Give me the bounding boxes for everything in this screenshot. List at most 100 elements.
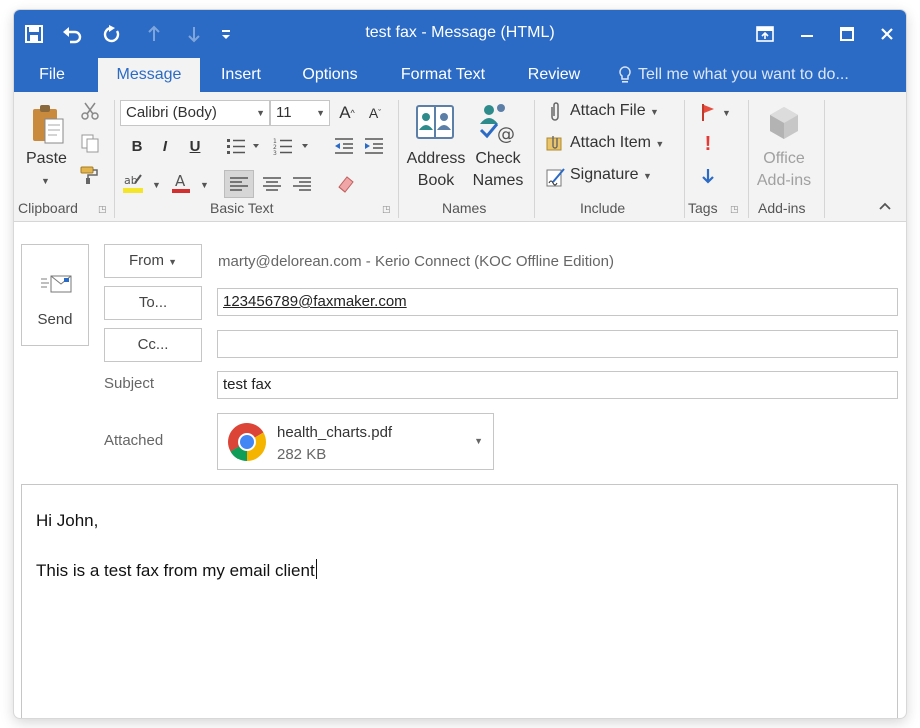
copy-icon[interactable] (78, 132, 102, 154)
check-names-label-line1: Check (475, 150, 521, 167)
ribbon: Paste ▼ Clipboard ◳ Calibri (Body) ▼ 11 … (14, 92, 906, 222)
follow-up-flag-icon[interactable] (696, 100, 720, 124)
office-addins-icon (762, 102, 806, 144)
lightbulb-icon (618, 65, 632, 85)
tab-format-text[interactable]: Format Text (386, 58, 500, 92)
office-addins-label-line1: Office (763, 150, 805, 167)
format-painter-icon[interactable] (78, 164, 102, 186)
paste-dropdown-icon[interactable]: ▼ (41, 176, 50, 186)
tell-me-placeholder: Tell me what you want to do... (638, 66, 849, 83)
bold-button[interactable]: B (126, 134, 148, 158)
minimize-icon[interactable] (790, 18, 824, 50)
attach-file-button[interactable]: Attach File ▼ (570, 102, 659, 120)
italic-button[interactable]: I (154, 134, 176, 158)
decrease-indent-icon[interactable] (332, 134, 356, 158)
increase-indent-icon[interactable] (362, 134, 386, 158)
font-name-value: Calibri (Body) (126, 104, 217, 121)
subject-field[interactable]: test fax (217, 371, 898, 399)
align-center-icon[interactable] (258, 170, 286, 198)
cc-button[interactable]: Cc... (104, 328, 202, 362)
numbering-icon[interactable]: 123 (270, 134, 314, 158)
tab-options[interactable]: Options (288, 58, 372, 92)
address-book-label-line1: Address (406, 150, 466, 167)
from-label: From (128, 252, 164, 269)
tags-group-label: Tags (688, 200, 718, 216)
font-color-dropdown-icon[interactable]: ▼ (200, 180, 209, 190)
attach-item-button[interactable]: Attach Item ▼ (570, 134, 664, 152)
cut-icon[interactable] (78, 100, 102, 122)
from-button[interactable]: From ▼ (104, 244, 202, 278)
attach-item-label: Attach Item (570, 134, 651, 151)
group-separator (114, 100, 115, 218)
collapse-ribbon-icon[interactable] (874, 196, 896, 216)
address-book-label-line2: Book (417, 172, 455, 189)
send-button[interactable]: Send (21, 244, 89, 346)
send-label: Send (37, 311, 73, 328)
close-icon[interactable] (870, 18, 904, 50)
grow-font-icon[interactable]: A ^ (336, 100, 358, 126)
highlight-icon[interactable]: ab (120, 170, 146, 196)
basic-text-dialog-launcher-icon[interactable]: ◳ (382, 204, 391, 215)
attachment-chip[interactable]: health_charts.pdf 282 KB ▼ (217, 413, 494, 470)
ribbon-tabs: File Message Insert Options Format Text … (14, 58, 906, 92)
font-name-dropdown-icon: ▼ (256, 108, 265, 118)
font-color-icon[interactable]: A (168, 170, 194, 196)
clipboard-dialog-launcher-icon[interactable]: ◳ (98, 204, 107, 215)
group-separator (534, 100, 535, 218)
paperclip-icon (544, 100, 566, 124)
group-separator (684, 100, 685, 218)
title-bar: test fax - Message (HTML) (14, 10, 906, 58)
to-field[interactable]: 123456789@faxmaker.com (217, 288, 898, 316)
font-size-value: 11 (276, 104, 292, 121)
subject-label: Subject (104, 375, 155, 392)
chrome-icon (226, 421, 268, 468)
attach-file-label: Attach File (570, 102, 646, 119)
from-dropdown-icon: ▼ (168, 257, 178, 267)
office-addins-label-line2: Add-ins (756, 172, 812, 189)
address-book-icon[interactable] (412, 102, 458, 142)
from-value: marty@delorean.com - Kerio Connect (KOC … (218, 253, 614, 270)
basic-text-group-label: Basic Text (210, 200, 274, 216)
message-body[interactable]: Hi John, This is a test fax from my emai… (21, 484, 898, 718)
attached-label: Attached (104, 432, 164, 449)
cc-field[interactable] (217, 330, 898, 358)
group-separator (398, 100, 399, 218)
attachment-size: 282 KB (277, 446, 327, 463)
signature-icon (544, 164, 568, 190)
font-size-dropdown-icon: ▼ (316, 108, 325, 118)
shrink-font-icon[interactable]: Aˇ (364, 100, 386, 126)
font-size-combo[interactable]: 11 ▼ (270, 100, 330, 126)
maximize-icon[interactable] (830, 18, 864, 50)
clear-formatting-icon[interactable] (332, 170, 360, 198)
check-names-icon[interactable]: @ (474, 100, 520, 144)
tags-dialog-launcher-icon[interactable]: ◳ (730, 204, 739, 215)
body-text-line: This is a test fax from my email client (36, 559, 317, 581)
low-importance-icon[interactable] (696, 164, 720, 188)
to-button[interactable]: To... (104, 286, 202, 320)
attach-file-dropdown-icon: ▼ (650, 107, 659, 117)
high-importance-icon[interactable]: ! (696, 132, 720, 156)
ribbon-display-options-icon[interactable] (748, 18, 782, 50)
tell-me-box[interactable]: Tell me what you want to do... (618, 58, 849, 92)
highlight-dropdown-icon[interactable]: ▼ (152, 180, 161, 190)
attach-item-dropdown-icon: ▼ (655, 139, 665, 149)
tab-insert[interactable]: Insert (210, 58, 272, 92)
tab-file[interactable]: File (18, 58, 86, 92)
font-name-combo[interactable]: Calibri (Body) ▼ (120, 100, 270, 126)
align-left-icon[interactable] (224, 170, 254, 198)
align-right-icon[interactable] (288, 170, 316, 198)
clipboard-group-label: Clipboard (18, 200, 78, 216)
send-icon (39, 273, 73, 300)
paste-icon[interactable] (24, 100, 70, 146)
underline-button[interactable]: U (184, 134, 206, 158)
bullets-icon[interactable] (224, 134, 264, 158)
attachment-dropdown-icon[interactable]: ▼ (474, 436, 483, 446)
svg-text:3: 3 (273, 150, 277, 156)
signature-button[interactable]: Signature ▼ (570, 166, 652, 184)
attachment-name: health_charts.pdf (277, 424, 393, 441)
group-separator (748, 100, 749, 218)
tab-review[interactable]: Review (514, 58, 594, 92)
signature-dropdown-icon: ▼ (642, 171, 652, 181)
follow-up-dropdown-icon[interactable]: ▼ (722, 108, 731, 118)
tab-message[interactable]: Message (98, 58, 200, 92)
